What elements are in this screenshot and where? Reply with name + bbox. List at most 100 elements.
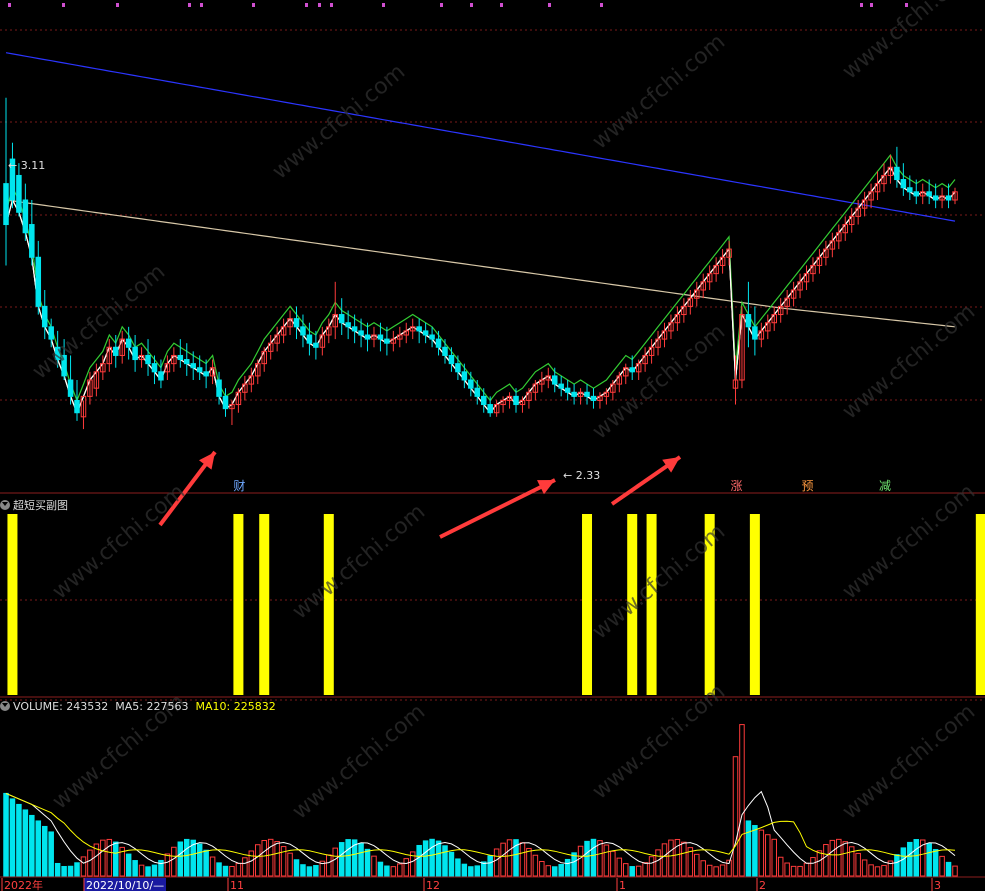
candle-body	[29, 224, 35, 258]
watermark: www.cfchi.com	[838, 299, 980, 424]
candle-body	[513, 395, 519, 406]
watermark: www.cfchi.com	[288, 499, 430, 624]
event-dot	[600, 3, 603, 7]
volume-bar	[80, 856, 87, 877]
volume-bar	[203, 849, 209, 877]
volume-bar	[67, 865, 74, 877]
candle-body	[345, 322, 351, 328]
event-dot	[252, 3, 255, 7]
event-dot	[382, 3, 385, 7]
volume-bar	[74, 862, 80, 877]
volume-bar	[655, 849, 661, 877]
collapse-icon[interactable]	[0, 701, 10, 711]
x-axis-label: 12	[426, 879, 440, 891]
candle-body	[377, 334, 384, 340]
volume-bar	[584, 840, 590, 877]
volume-bar	[784, 862, 790, 877]
volume-bar	[377, 861, 384, 877]
candle-body	[442, 346, 448, 356]
volume-bar	[3, 792, 9, 877]
candle-body	[22, 199, 29, 234]
volume-bar	[745, 820, 752, 877]
volume-bar	[390, 866, 397, 877]
volume-bar	[216, 862, 222, 877]
stock-chart: ← 3.11← 2.33财涨预减2022年 2022/10/10/— 11 12 1 2 3…	[0, 0, 985, 891]
volume-bar	[777, 856, 784, 877]
volume-bar	[429, 838, 435, 877]
volume-bar	[422, 840, 429, 877]
volume-bar	[926, 843, 932, 877]
candle-body	[351, 326, 358, 332]
volume-bar	[9, 798, 16, 877]
volume-bar	[590, 838, 597, 877]
candle-body	[571, 391, 577, 397]
candle-body	[945, 195, 952, 201]
collapse-icon[interactable]	[0, 500, 10, 510]
subchart-title[interactable]: 超短买副图	[0, 497, 68, 513]
event-dot	[318, 3, 321, 7]
candle-body	[158, 371, 164, 381]
candle-body	[474, 387, 481, 397]
watermark: www.cfchi.com	[288, 699, 430, 824]
event-dot	[548, 3, 551, 7]
candle-body	[112, 346, 119, 356]
volume-bar	[952, 865, 958, 877]
candle-body	[48, 326, 54, 340]
volume-bar	[739, 724, 745, 877]
watermark: www.cfchi.com	[588, 679, 730, 804]
event-dot	[330, 3, 333, 7]
volume-bar	[913, 839, 920, 877]
candle-body	[67, 379, 74, 397]
candle-body	[584, 391, 590, 397]
watermark: www.cfchi.com	[48, 479, 190, 604]
volume-bar	[771, 838, 777, 877]
x-axis-label: 3	[934, 879, 941, 891]
volume-bar	[384, 865, 390, 877]
volume-bar	[196, 843, 203, 877]
volume-bar	[732, 756, 739, 877]
candle-body	[177, 354, 184, 361]
watermark: www.cfchi.com	[268, 59, 410, 184]
candle-body	[313, 342, 319, 348]
candle-body	[3, 183, 9, 226]
candle-body	[184, 359, 190, 365]
x-axis-label: 2022/10/10/—	[86, 879, 164, 891]
volume-bar	[242, 857, 248, 877]
event-dot	[305, 3, 308, 7]
volume-bar	[810, 857, 816, 877]
volume-bar	[564, 858, 571, 877]
volume-title[interactable]: VOLUME: 243532 MA5: 227563 MA10: 225832	[0, 700, 276, 713]
volume-bar	[274, 841, 280, 877]
candle-body	[41, 305, 48, 328]
volume-bar	[54, 862, 61, 877]
volume-bar	[29, 814, 35, 877]
volume-bar	[881, 864, 887, 877]
volume-bar	[539, 860, 545, 877]
volume-bar	[435, 840, 442, 877]
volume-bar	[293, 859, 300, 877]
volume-bar	[255, 844, 261, 877]
volume-bar	[345, 839, 351, 877]
candle-body	[132, 346, 138, 361]
annotation-arrow	[439, 478, 556, 539]
volume-bar	[616, 857, 623, 877]
event-label: 预	[802, 479, 814, 493]
candle-body	[16, 174, 22, 213]
volume-bar	[500, 842, 506, 877]
candle-body	[932, 195, 939, 201]
volume-bar	[371, 855, 377, 877]
event-label: 减	[879, 479, 891, 493]
volume-bar	[861, 859, 868, 877]
volume-bar	[648, 856, 655, 877]
volume-bar	[874, 866, 881, 877]
volume-bar	[577, 845, 584, 877]
candle-body	[455, 363, 461, 373]
volume-bar	[855, 852, 861, 877]
candle-body	[338, 314, 345, 324]
candle-body	[429, 334, 435, 340]
event-dot	[470, 3, 473, 7]
watermark: www.cfchi.com	[838, 0, 980, 85]
volume-bar	[48, 831, 54, 877]
low-price-label: ← 2.33	[563, 469, 600, 482]
volume-bar	[287, 852, 293, 877]
